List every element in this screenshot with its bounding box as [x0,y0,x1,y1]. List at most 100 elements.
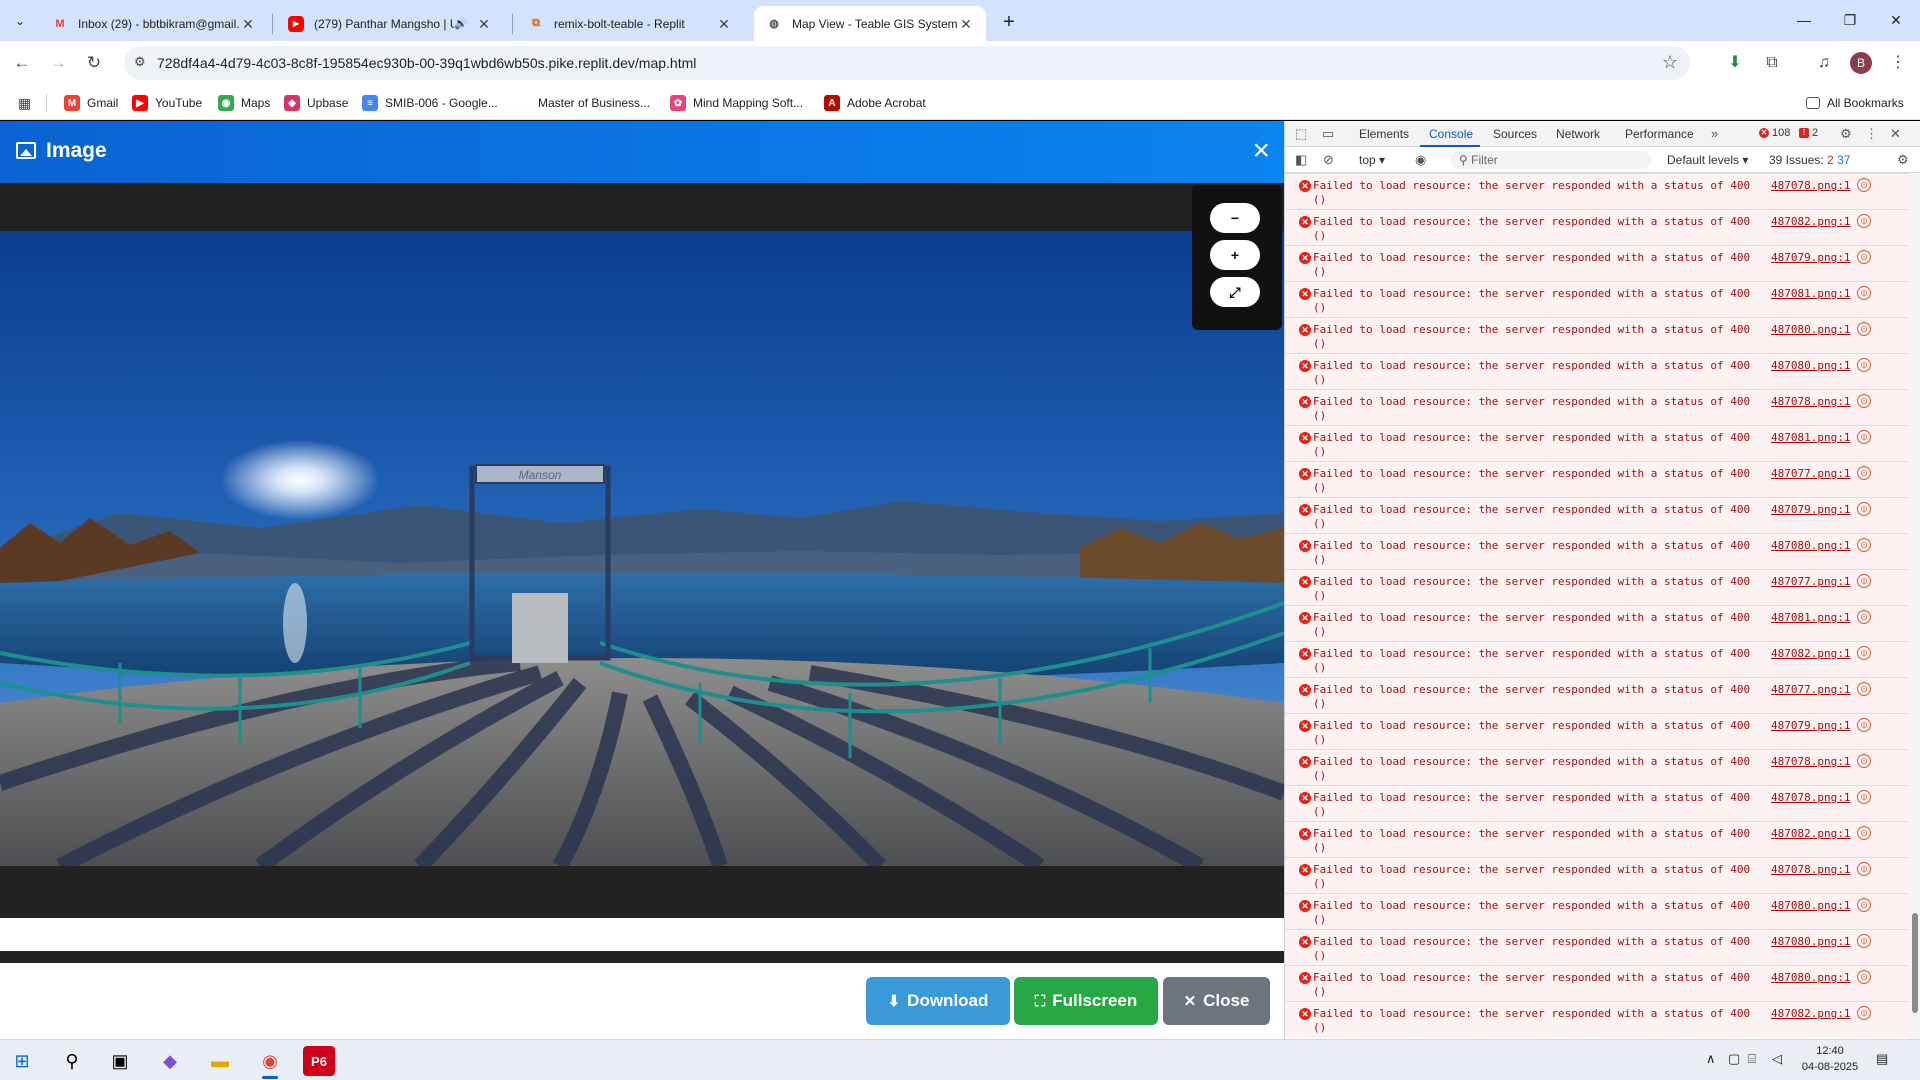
console-message[interactable]: ✕ Failed to load resource: the server res… [1285,209,1909,245]
ai-insights-icon[interactable]: ◎ [1857,682,1871,696]
settings-gear-icon[interactable]: ⚙ [1840,126,1852,142]
bookmark-item[interactable]: Master of Business... [538,93,650,113]
chrome-menu-icon[interactable]: ⋮ [1886,51,1910,75]
source-link[interactable]: 487078.png:1 [1771,863,1850,876]
tab-elements[interactable]: Elements [1359,127,1409,141]
ai-insights-icon[interactable]: ◎ [1857,970,1871,984]
window-close-button[interactable]: ✕ [1873,0,1919,40]
ai-insights-icon[interactable]: ◎ [1857,430,1871,444]
source-link[interactable]: 487081.png:1 [1771,431,1850,444]
source-link[interactable]: 487079.png:1 [1771,503,1850,516]
source-link[interactable]: 487080.png:1 [1771,935,1850,948]
console-message[interactable]: ✕ Failed to load resource: the server res… [1285,281,1909,317]
source-link[interactable]: 487080.png:1 [1771,539,1850,552]
warning-counter[interactable]: ! 2 [1799,127,1818,139]
tab-close-icon[interactable]: ✕ [476,16,492,32]
bookmark-item[interactable]: ▶ YouTube [132,93,202,113]
reload-button[interactable]: ↻ [80,49,108,77]
console-message[interactable]: ✕ Failed to load resource: the server res… [1285,965,1909,1001]
ai-insights-icon[interactable]: ◎ [1857,718,1871,732]
source-link[interactable]: 487080.png:1 [1771,359,1850,372]
console-message[interactable]: ✕ Failed to load resource: the server res… [1285,929,1909,965]
meet-now-icon[interactable]: ▢ [1728,1051,1740,1067]
p6-app-icon[interactable]: P6 [303,1046,335,1076]
notifications-icon[interactable]: ▤ [1876,1051,1888,1067]
download-button[interactable]: ⬇ Download [866,977,1010,1025]
close-button[interactable]: ✕ Close [1163,977,1270,1025]
console-message[interactable]: ✕ Failed to load resource: the server res… [1285,425,1909,461]
devtools-close-icon[interactable]: ✕ [1890,126,1901,142]
console-message[interactable]: ✕ Failed to load resource: the server res… [1285,605,1909,641]
ai-insights-icon[interactable]: ◎ [1857,610,1871,624]
fullscreen-button[interactable]: ⛶ Fullscreen [1014,977,1158,1025]
console-scrollbar[interactable] [1909,173,1920,1039]
file-explorer-icon[interactable]: ▬ [204,1046,236,1076]
issues-counter[interactable]: 39 Issues: 2 37 [1769,153,1850,167]
new-tab-button[interactable]: + [995,8,1023,36]
console-message[interactable]: ✕ Failed to load resource: the server res… [1285,317,1909,353]
tab-gmail[interactable]: M Inbox (29) - bbtbikram@gmail.c ✕ [40,6,268,41]
console-message[interactable]: ✕ Failed to load resource: the server res… [1285,569,1909,605]
tab-network[interactable]: Network [1556,127,1600,141]
console-message[interactable]: ✕ Failed to load resource: the server res… [1285,857,1909,893]
tray-overflow-icon[interactable]: ∧ [1706,1051,1716,1067]
volume-icon[interactable]: ◁ [1772,1051,1782,1067]
ai-insights-icon[interactable]: ◎ [1857,394,1871,408]
log-levels-dropdown[interactable]: Default levels ▾ [1667,153,1748,167]
console-message[interactable]: ✕ Failed to load resource: the server res… [1285,461,1909,497]
console-message[interactable]: ✕ Failed to load resource: the server res… [1285,1001,1909,1037]
all-bookmarks[interactable]: All Bookmarks [1806,93,1904,113]
site-info-icon[interactable]: ⚙ [134,54,146,70]
windows-start-icon[interactable]: ⊞ [6,1046,38,1076]
bookmark-item[interactable]: ≡ SMIB-006 - Google... [362,93,498,113]
ai-insights-icon[interactable]: ◎ [1857,646,1871,660]
system-clock[interactable]: 12:40 04-08-2025 [1800,1043,1860,1075]
ai-insights-icon[interactable]: ◎ [1857,502,1871,516]
panorama-viewer[interactable]: Manson − + ⤢ [0,183,1284,918]
source-link[interactable]: 487079.png:1 [1771,719,1850,732]
network-icon[interactable]: ⌸ [1748,1051,1756,1067]
bookmark-item[interactable]: A Adobe Acrobat [824,93,926,113]
copilot-icon[interactable]: ◆ [154,1046,186,1076]
ai-insights-icon[interactable]: ◎ [1857,934,1871,948]
tab-close-icon[interactable]: ✕ [958,16,974,32]
console-message[interactable]: ✕ Failed to load resource: the server res… [1285,821,1909,857]
bookmark-item[interactable]: ◉ Maps [218,93,270,113]
console-message[interactable]: ✕ Failed to load resource: the server res… [1285,389,1909,425]
tab-youtube[interactable]: ▶ (279) Panthar Mangsho | Ul 🔊 ✕ [276,6,504,41]
console-message[interactable]: ✕ Failed to load resource: the server res… [1285,713,1909,749]
console-message[interactable]: ✕ Failed to load resource: the server res… [1285,641,1909,677]
bookmark-item[interactable]: ✿ Mind Mapping Soft... [670,93,803,113]
source-link[interactable]: 487078.png:1 [1771,791,1850,804]
chrome-icon[interactable]: ◉ [254,1046,286,1079]
console-message[interactable]: ✕ Failed to load resource: the server res… [1285,245,1909,281]
sidebar-toggle-icon[interactable]: ◧ [1295,152,1307,168]
source-link[interactable]: 487082.png:1 [1771,647,1850,660]
media-control-icon[interactable]: ♫ [1812,51,1836,75]
ai-insights-icon[interactable]: ◎ [1857,466,1871,480]
source-link[interactable]: 487077.png:1 [1771,683,1850,696]
search-icon[interactable]: ⚲ [56,1046,88,1076]
source-link[interactable]: 487082.png:1 [1771,215,1850,228]
extensions-icon[interactable]: ⧉ [1760,51,1784,75]
scrollbar-thumb[interactable] [1912,913,1918,1013]
source-link[interactable]: 487077.png:1 [1771,467,1850,480]
bookmark-item[interactable]: M Gmail [64,93,118,113]
fit-screen-button[interactable]: ⤢ [1210,277,1260,307]
modal-close-icon[interactable]: × [1252,133,1270,169]
console-message[interactable]: ✕ Failed to load resource: the server res… [1285,749,1909,785]
console-message[interactable]: ✕ Failed to load resource: the server res… [1285,173,1909,209]
console-message[interactable]: ✕ Failed to load resource: the server res… [1285,353,1909,389]
context-selector[interactable]: top ▾ [1359,153,1385,167]
download-icon[interactable]: ⬇ [1723,51,1747,75]
apps-grid-icon[interactable]: ▦ [18,95,31,112]
source-link[interactable]: 487080.png:1 [1771,971,1850,984]
console-settings-icon[interactable]: ⚙ [1897,152,1909,168]
console-message[interactable]: ✕ Failed to load resource: the server res… [1285,533,1909,569]
profile-avatar[interactable]: B [1850,52,1872,74]
address-bar[interactable]: ⚙ 728df4a4-4d79-4c03-8c8f-195854ec930b-0… [124,46,1690,80]
source-link[interactable]: 487077.png:1 [1771,575,1850,588]
zoom-out-button[interactable]: − [1210,203,1260,233]
console-message[interactable]: ✕ Failed to load resource: the server res… [1285,677,1909,713]
tab-replit[interactable]: ⧉ remix-bolt-teable - Replit ✕ [516,6,744,41]
